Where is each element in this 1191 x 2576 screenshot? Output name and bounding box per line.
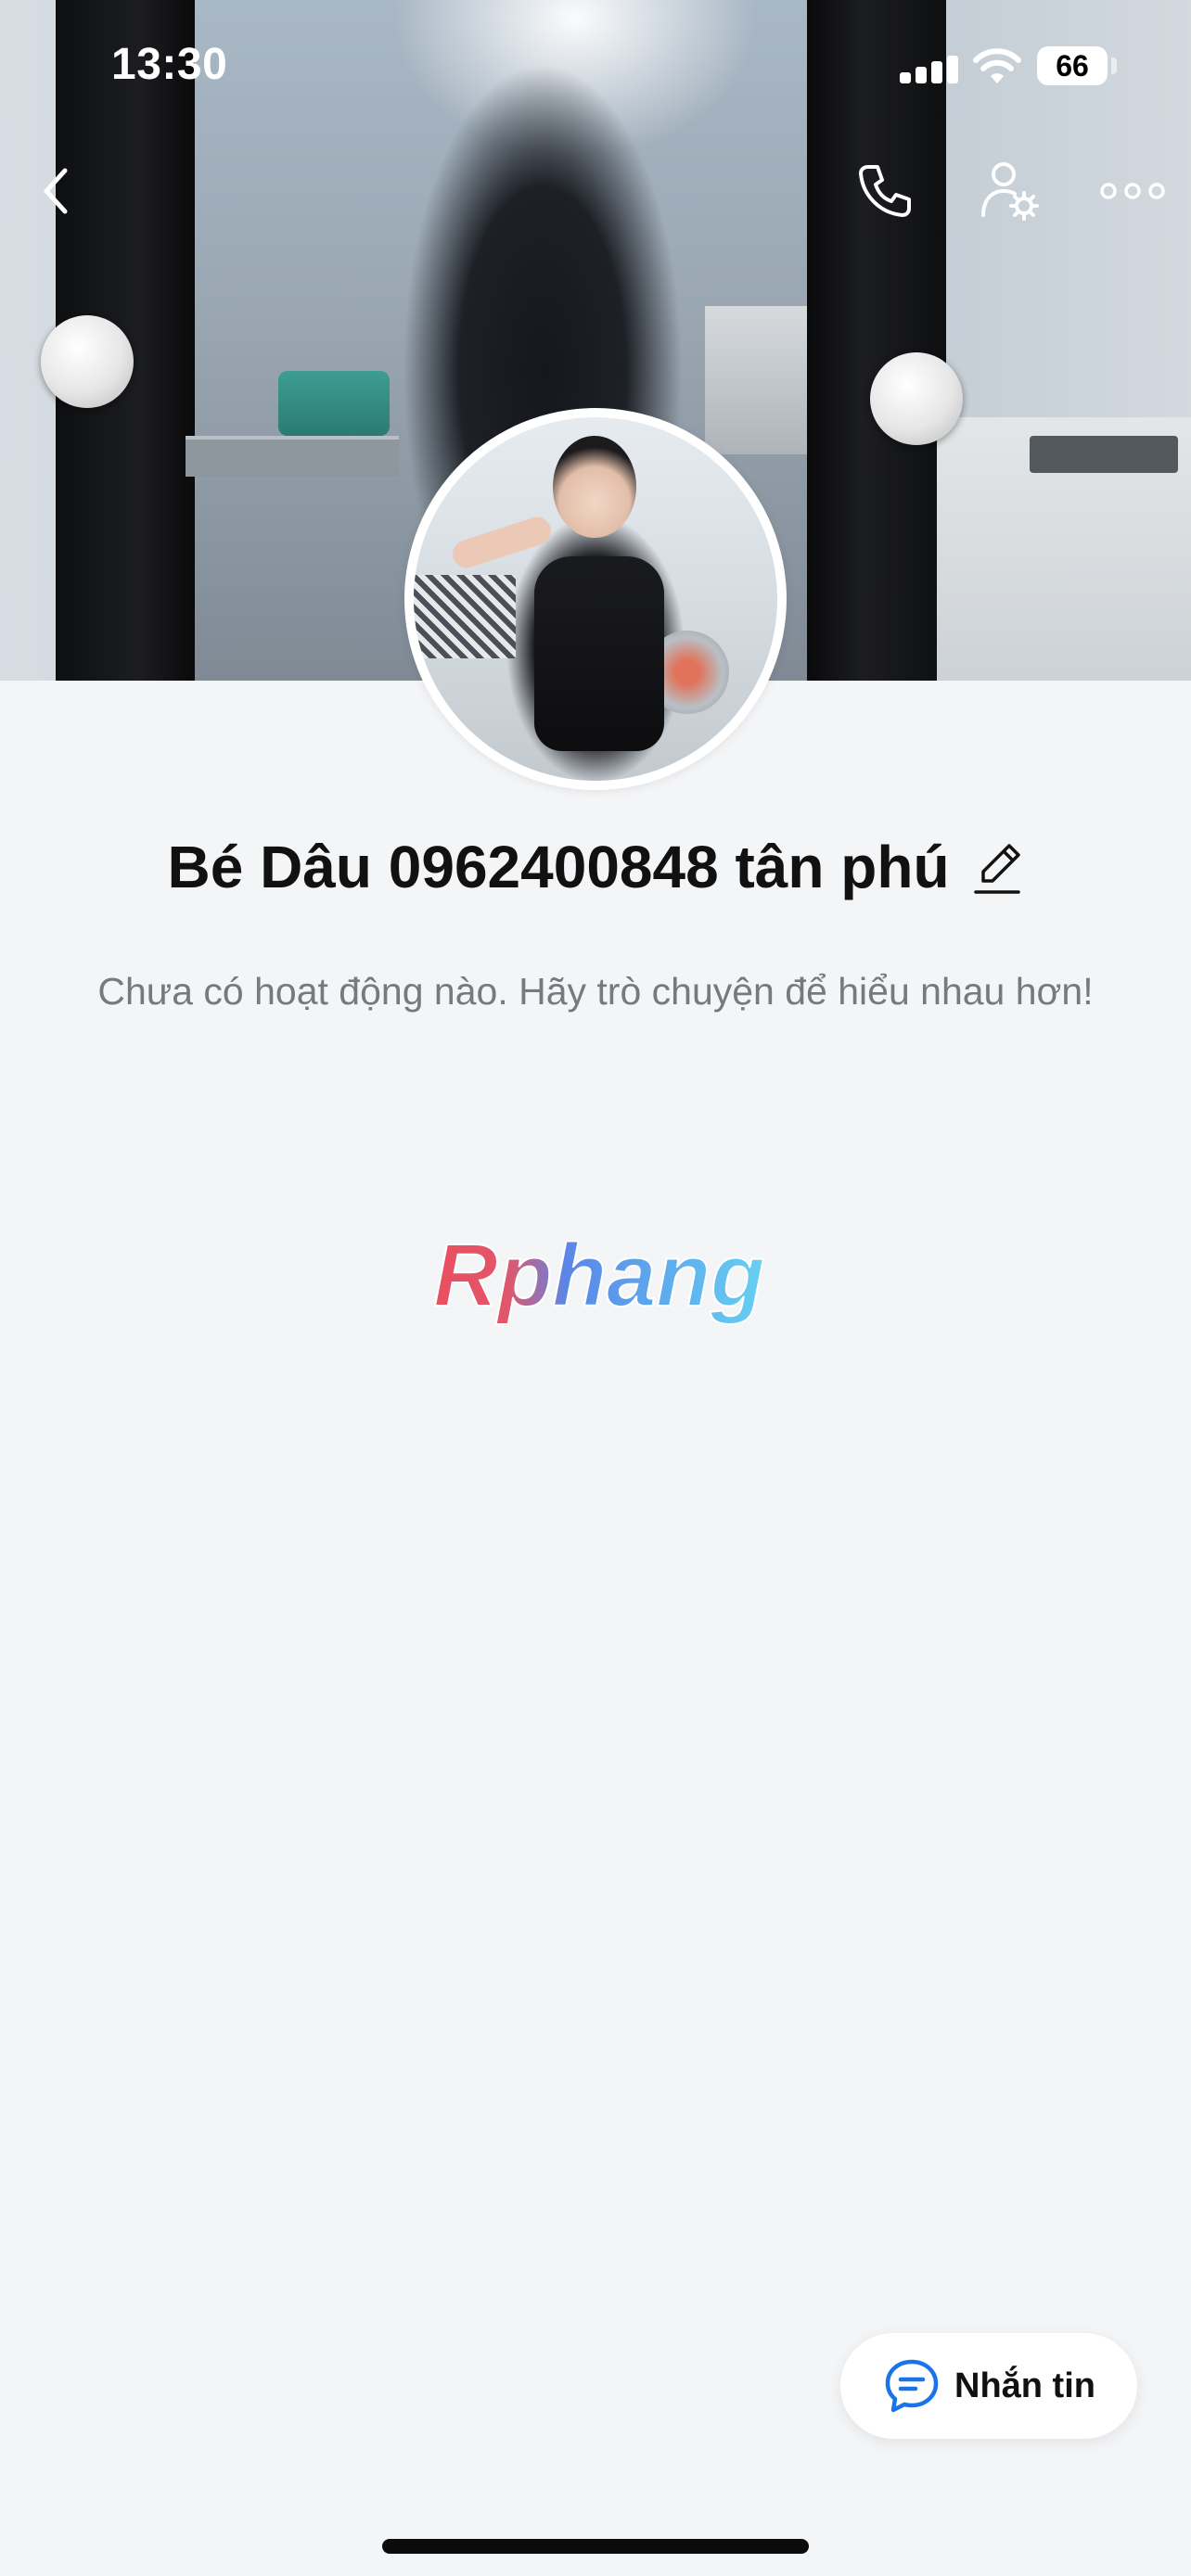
message-button-label: Nhắn tin [954,2366,1095,2405]
more-icon [1100,183,1165,199]
avatar[interactable] [404,408,787,790]
watermark-logo: Rphang [432,1225,765,1326]
status-time: 13:30 [111,40,228,89]
battery-icon: 66 [1037,46,1108,85]
signal-icon [900,54,959,83]
call-button[interactable] [846,152,924,230]
profile-name-row: Bé Dâu 0962400848 tân phú [0,825,1191,909]
message-button[interactable]: Nhắn tin [840,2333,1137,2439]
battery-cap [1111,57,1117,74]
edit-name-button[interactable] [970,837,1024,897]
status-bar: 13:30 66 [0,0,1191,130]
wifi-icon [973,48,1021,83]
battery-level: 66 [1056,49,1089,83]
user-settings-icon [981,162,1039,221]
chevron-left-icon [44,168,68,214]
activity-empty-text: Chưa có hoạt động nào. Hãy trò chuyện để… [97,970,1094,1013]
profile-screen: 13:30 66 Bé Dâu 0962400848 tân phú Chưa … [0,0,1191,2576]
profile-name: Bé Dâu 0962400848 tân phú [167,834,950,900]
more-options-button[interactable] [1091,152,1174,230]
back-button[interactable] [19,154,93,228]
home-indicator[interactable] [382,2539,809,2554]
avatar-photo [414,417,777,781]
phone-icon [859,165,911,217]
user-settings-button[interactable] [970,152,1048,230]
chat-bubble-icon [885,2359,939,2413]
pencil-icon [973,844,1020,894]
watermark-text: Rphang [433,1226,764,1325]
